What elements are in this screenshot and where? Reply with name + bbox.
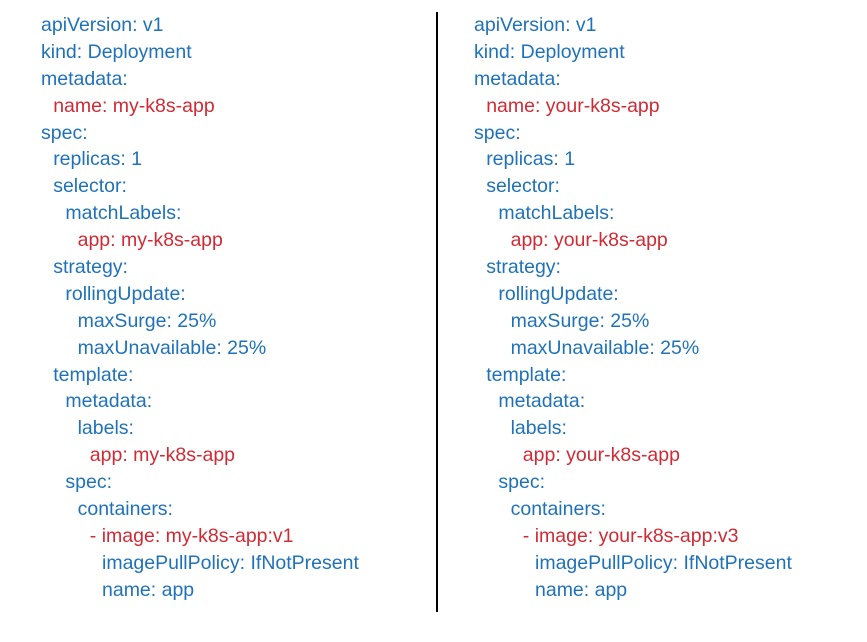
yaml-line-diff: app: my-k8s-app — [89, 444, 236, 467]
yaml-line: matchLabels: — [498, 202, 615, 225]
yaml-line: apiVersion: v1 — [41, 14, 164, 36]
yaml-line: replicas: 1 — [53, 148, 143, 171]
yaml-line: maxUnavailable: 25% — [77, 336, 267, 359]
yaml-line: labels: — [77, 417, 134, 440]
yaml-line-diff: name: my-k8s-app — [53, 94, 215, 117]
yaml-line: spec: — [65, 471, 112, 494]
yaml-line: selector: — [53, 175, 127, 198]
yaml-line: metadata: — [474, 67, 561, 90]
yaml-line: metadata: — [65, 390, 153, 413]
yaml-line-diff: - image: my-k8s-app:v1 — [89, 524, 294, 547]
yaml-line: rollingUpdate: — [498, 282, 619, 305]
yaml-line-diff: - image: your-k8s-app:v3 — [522, 524, 739, 547]
yaml-panel-right: apiVersion: v1 kind: Deployment metadata: n… — [474, 12, 867, 604]
yaml-line: containers: — [77, 498, 173, 521]
yaml-line: kind: Deployment — [474, 40, 625, 63]
column-divider — [436, 12, 438, 612]
yaml-line: template: — [486, 363, 567, 386]
yaml-line: labels: — [510, 417, 567, 440]
yaml-line: strategy: — [53, 256, 128, 279]
yaml-line: name: app — [535, 578, 628, 601]
yaml-panel-left: apiVersion: v1 kind: Deployment metadata: n… — [41, 12, 461, 604]
yaml-line: maxSurge: 25% — [510, 309, 650, 332]
yaml-line: spec: — [474, 121, 521, 144]
yaml-line: maxSurge: 25% — [77, 309, 217, 332]
yaml-line: spec: — [498, 471, 545, 494]
yaml-line: selector: — [486, 175, 560, 198]
yaml-line: matchLabels: — [65, 202, 182, 225]
yaml-line: maxUnavailable: 25% — [510, 336, 700, 359]
yaml-line: kind: Deployment — [41, 40, 192, 63]
yaml-line-diff: app: my-k8s-app — [77, 229, 223, 252]
yaml-line: metadata: — [41, 67, 128, 90]
yaml-line: strategy: — [486, 256, 561, 279]
yaml-line: metadata: — [498, 390, 586, 413]
yaml-line: rollingUpdate: — [65, 282, 186, 305]
yaml-line: template: — [53, 363, 134, 386]
yaml-line: imagePullPolicy: IfNotPresent — [102, 551, 359, 574]
yaml-line: containers: — [510, 498, 606, 521]
yaml-line-diff: name: your-k8s-app — [486, 94, 660, 117]
yaml-line-diff: app: your-k8s-app — [522, 444, 680, 467]
yaml-line: spec: — [41, 121, 88, 144]
yaml-line: apiVersion: v1 — [474, 14, 597, 36]
yaml-line: imagePullPolicy: IfNotPresent — [535, 551, 792, 574]
yaml-line: replicas: 1 — [486, 148, 576, 171]
yaml-line-diff: app: your-k8s-app — [510, 229, 668, 252]
yaml-line: name: app — [102, 578, 195, 601]
